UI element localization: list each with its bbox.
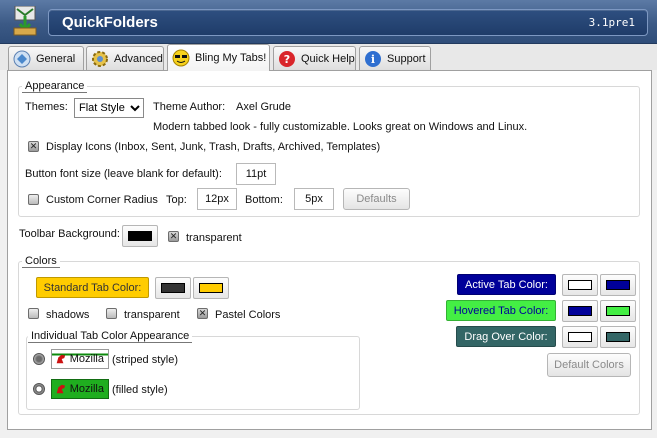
pastel-colors-checkbox[interactable]: ✕ <box>197 308 208 319</box>
mozilla-dino-icon <box>56 354 66 364</box>
colors-legend: Colors <box>22 255 60 268</box>
themes-select[interactable]: Flat Style <box>74 98 144 118</box>
display-icons-label: Display Icons (Inbox, Sent, Junk, Trash,… <box>46 141 381 153</box>
theme-author-value: Axel Grude <box>236 101 292 113</box>
shadows-label: shadows <box>46 309 90 321</box>
hovered-tab-bg-color-button[interactable] <box>600 300 636 322</box>
appearance-legend: Appearance <box>22 80 88 93</box>
defaults-button[interactable]: Defaults <box>343 188 410 210</box>
filled-sample-label: Mozilla <box>69 383 104 395</box>
quickfolders-app-icon <box>13 6 37 36</box>
toolbar-transparent-checkbox[interactable]: ✕ <box>168 231 179 242</box>
title-bar: QuickFolders 3.1pre1 <box>0 0 657 44</box>
tab-general-label: General <box>36 52 76 65</box>
hovered-tab-text-swatch <box>568 306 592 316</box>
advanced-gear-icon <box>92 50 108 67</box>
svg-text:?: ? <box>284 53 290 66</box>
tab-support[interactable]: i Support <box>359 46 431 70</box>
colors-transparent-label: transparent <box>124 309 180 321</box>
toolbar-transparent-label: transparent <box>186 232 242 244</box>
standard-tab-bg-color-button[interactable] <box>193 277 229 299</box>
active-tab-text-color-button[interactable] <box>562 274 598 296</box>
striped-sample-label: Mozilla <box>69 353 104 365</box>
tab-bling-label: Bling My Tabs! <box>195 52 267 64</box>
tab-quick-help-label: Quick Help <box>301 52 355 65</box>
striped-style-sample: Mozilla <box>51 349 109 369</box>
active-tab-bg-swatch <box>606 280 630 290</box>
corner-radius-label: Custom Corner Radius <box>46 194 158 206</box>
active-tab-color-label: Active Tab Color: <box>457 274 556 295</box>
standard-tab-color-label: Standard Tab Color: <box>36 277 149 298</box>
drag-over-bg-color-button[interactable] <box>600 326 636 348</box>
app-version: 3.1pre1 <box>588 16 635 29</box>
active-tab-bg-color-button[interactable] <box>600 274 636 296</box>
filled-style-radio[interactable] <box>33 383 45 395</box>
default-colors-button[interactable]: Default Colors <box>547 353 631 377</box>
striped-style-label: (striped style) <box>112 354 179 366</box>
striped-style-radio[interactable] <box>33 353 45 365</box>
mozilla-dino-icon <box>56 384 66 394</box>
tab-quick-help[interactable]: ? Quick Help <box>273 46 356 70</box>
drag-over-bg-swatch <box>606 332 630 342</box>
drag-over-text-color-button[interactable] <box>562 326 598 348</box>
drag-over-color-label: Drag Over Color: <box>456 326 556 347</box>
tab-bling-my-tabs[interactable]: Bling My Tabs! <box>167 44 270 71</box>
hovered-tab-color-label: Hovered Tab Color: <box>446 300 556 321</box>
individual-tab-appearance-legend: Individual Tab Color Appearance <box>28 330 193 343</box>
colors-transparent-checkbox[interactable] <box>106 308 117 319</box>
corner-radius-checkbox[interactable] <box>28 194 39 205</box>
toolbar-background-color-button[interactable] <box>122 225 158 247</box>
bottom-radius-label: Bottom: <box>245 194 283 206</box>
font-size-label: Button font size (leave blank for defaul… <box>25 168 222 180</box>
theme-description: Modern tabbed look - fully customizable.… <box>153 121 528 133</box>
drag-over-text-swatch <box>568 332 592 342</box>
svg-text:i: i <box>371 53 375 66</box>
help-icon: ? <box>279 50 295 67</box>
filled-style-sample: Mozilla <box>51 379 109 399</box>
top-radius-input[interactable]: 12px <box>197 188 237 210</box>
info-icon: i <box>365 50 381 67</box>
themes-label: Themes: <box>25 101 68 113</box>
bottom-radius-input[interactable]: 5px <box>294 188 334 210</box>
pastel-colors-label: Pastel Colors <box>215 309 281 321</box>
font-size-input[interactable]: 11pt <box>236 163 276 185</box>
display-icons-checkbox[interactable]: ✕ <box>28 141 39 152</box>
tab-general[interactable]: General <box>8 46 84 70</box>
general-icon <box>13 50 31 67</box>
shadows-checkbox[interactable] <box>28 308 39 319</box>
top-radius-label: Top: <box>166 194 187 206</box>
sunglasses-icon <box>172 49 190 67</box>
toolbar-background-label: Toolbar Background: <box>19 228 120 240</box>
app-title: QuickFolders <box>62 14 158 31</box>
toolbar-background-swatch <box>128 231 152 241</box>
tab-advanced[interactable]: Advanced <box>86 46 164 70</box>
hovered-tab-bg-swatch <box>606 306 630 316</box>
standard-tab-bg-swatch <box>199 283 223 293</box>
theme-author-label: Theme Author: <box>153 101 226 113</box>
filled-style-label: (filled style) <box>112 384 168 396</box>
hovered-tab-text-color-button[interactable] <box>562 300 598 322</box>
active-tab-text-swatch <box>568 280 592 290</box>
tab-support-label: Support <box>387 52 426 65</box>
standard-tab-text-color-button[interactable] <box>155 277 191 299</box>
standard-tab-text-swatch <box>161 283 185 293</box>
tab-advanced-label: Advanced <box>114 52 163 65</box>
